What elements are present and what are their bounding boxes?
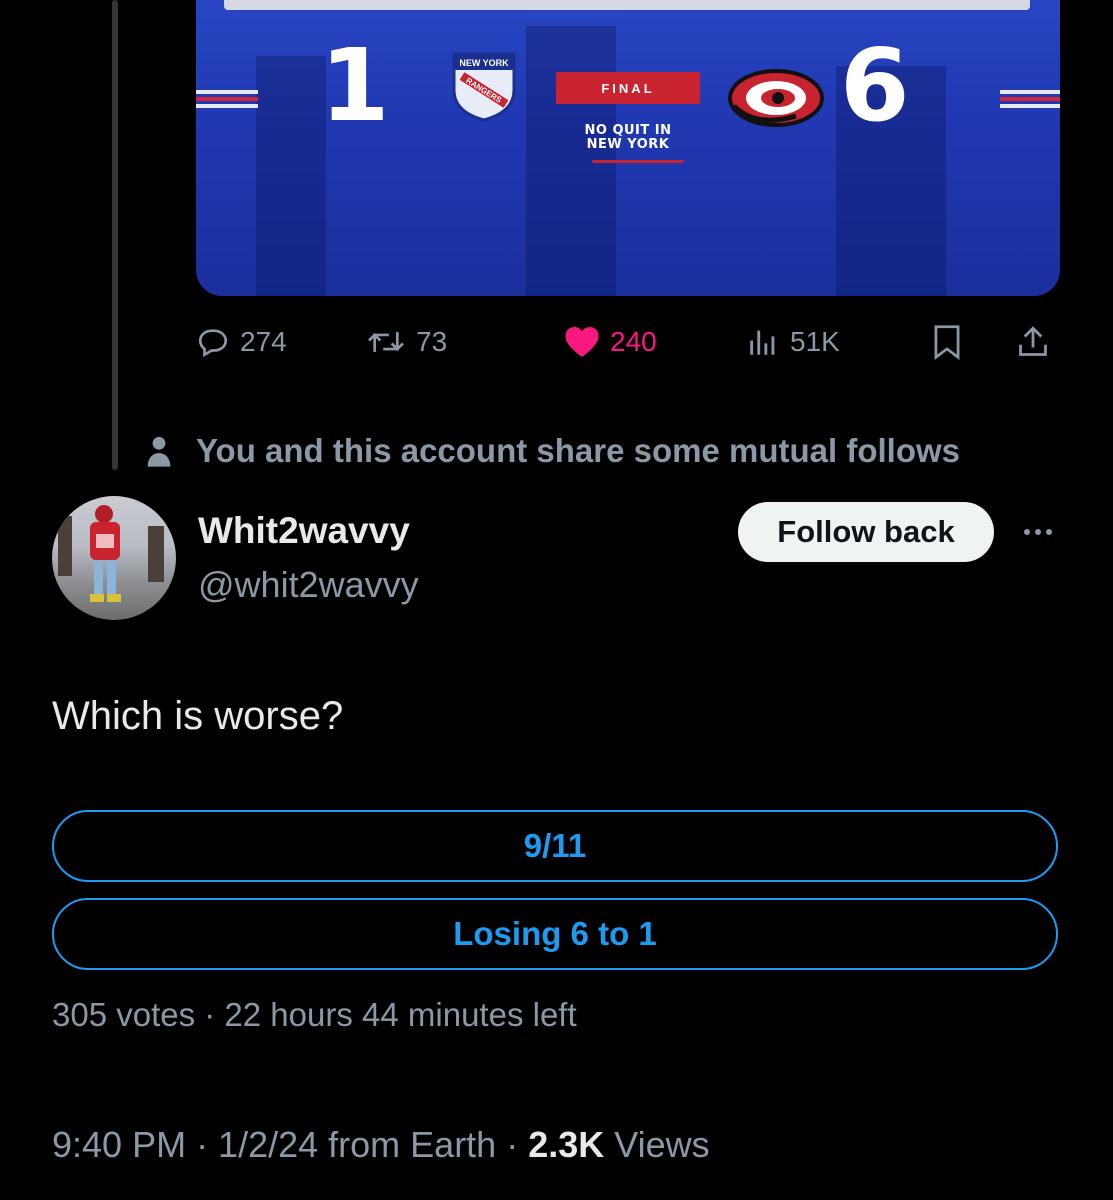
reply-count: 274 [240,326,287,357]
share-button[interactable] [1016,320,1050,364]
svg-text:NEW YORK: NEW YORK [459,58,509,68]
avatar-person-photo [90,505,121,602]
reply-button[interactable]: 274 [196,320,287,364]
quoted-media-image[interactable]: 1 NEW YORK RANGERS FINAL NO QUIT IN NEW … [196,0,1060,296]
post-text: Which is worse? [52,694,344,738]
repost-count: 73 [416,326,448,357]
thread-connector-line [112,0,118,470]
author-display-name[interactable]: Whit2wavvy [198,510,410,552]
views-button[interactable]: 51K [746,320,840,364]
share-icon [1019,326,1047,356]
score-hurricanes: 6 [840,27,910,144]
bookmark-icon [934,325,960,360]
building-silhouette [256,56,326,296]
person-icon [147,436,171,467]
hurricanes-logo-icon [728,69,824,127]
tagline-line-2: NEW YORK [586,137,670,152]
final-label: FINAL [556,72,700,104]
post-timestamp[interactable]: 9:40 PM · 1/2/24 from Earth · [52,1124,528,1165]
poll-option-1[interactable]: 9/11 [52,810,1058,882]
more-dot-icon [1024,529,1030,535]
follow-back-button[interactable]: Follow back [738,502,994,562]
more-dot-icon [1035,529,1041,535]
tagline: NO QUIT IN NEW YORK [556,124,700,152]
mutual-follows-text: You and this account share some mutual f… [196,432,961,469]
views-count: 51K [790,326,840,357]
post-views-count[interactable]: 2.3K [528,1124,604,1165]
rangers-logo-icon: NEW YORK RANGERS [452,52,516,122]
left-stripes [196,90,258,108]
tweet-action-bar: 274 73 240 51K [196,320,1066,364]
bookmark-button[interactable] [930,320,964,364]
poll-meta: 305 votes · 22 hours 44 minutes left [52,996,577,1033]
more-dot-icon [1046,529,1052,535]
mutual-follows-notice: You and this account share some mutual f… [142,432,960,470]
media-top-banner [224,0,1030,10]
avatar[interactable] [52,496,176,620]
like-button[interactable]: 240 [564,320,657,364]
tagline-underline [592,160,684,163]
views-icon [750,330,775,355]
post-views-label: Views [604,1124,710,1165]
poll-option-2[interactable]: Losing 6 to 1 [52,898,1058,970]
like-count: 240 [610,326,657,357]
repost-icon [368,332,404,352]
repost-button[interactable]: 73 [366,320,447,364]
more-options-button[interactable] [1016,514,1060,550]
score-rangers: 1 [320,27,390,144]
heart-icon [565,327,599,357]
reply-icon [198,329,228,358]
author-handle[interactable]: @whit2wavvy [198,564,419,606]
tagline-line-1: NO QUIT IN [584,123,672,138]
right-stripes [1000,90,1060,108]
post-timestamp-row: 9:40 PM · 1/2/24 from Earth · 2.3K Views [52,1124,710,1166]
